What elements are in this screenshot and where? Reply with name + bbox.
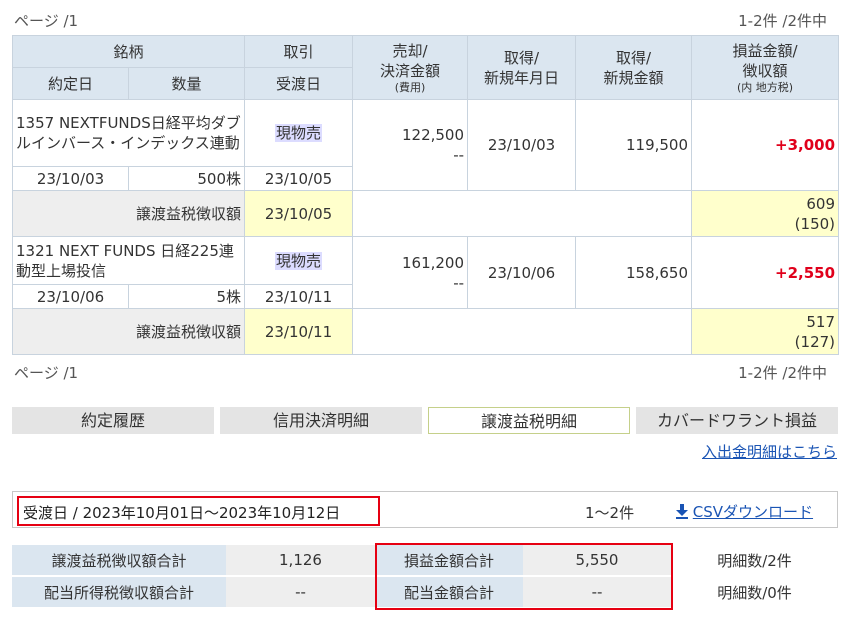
yakujoubi: 23/10/06	[12, 284, 129, 309]
tax-date: 23/10/05	[244, 190, 354, 237]
security-name: 1357 NEXTFUNDS日経平均ダブルインバース・インデックス連動	[11, 99, 246, 167]
csv-download[interactable]: CSVダウンロード	[676, 501, 813, 522]
header-meigara: 銘柄	[11, 35, 246, 68]
tax-total-label: 譲渡益税徴収額合計	[12, 545, 226, 575]
acq-amount: 158,650	[575, 236, 693, 309]
tax-empty	[352, 190, 693, 237]
table-row: 1321 NEXT FUNDS 日経225連動型上場投信 現物売 161,200…	[11, 236, 840, 309]
pager-bottom-right: 1-2件 /2件中	[738, 364, 827, 382]
quantity: 5株	[127, 284, 246, 309]
detail-count: 明細数/0件	[717, 583, 792, 602]
sell-amount: 161,200	[401, 253, 465, 272]
ukewatashibi: 23/10/11	[244, 284, 354, 309]
quantity: 500株	[127, 166, 246, 191]
cash-detail-link[interactable]: 入出金明細はこちら	[702, 441, 837, 462]
pager-top-right: 1-2件 /2件中	[738, 12, 827, 30]
pager-bottom-left: ページ /1	[14, 364, 79, 382]
header-profit-loss: 損益金額/ 徴収額 (内 地方税)	[691, 35, 840, 100]
tax-local: (127)	[794, 332, 836, 351]
tab-jouto-ekizei[interactable]: 譲渡益税明細	[428, 407, 630, 434]
acq-date: 23/10/06	[467, 236, 577, 309]
acq-date: 23/10/03	[467, 99, 577, 191]
yakujoubi: 23/10/03	[12, 166, 129, 191]
div-tax-value: --	[226, 577, 375, 607]
sell-amount: 122,500	[401, 126, 465, 144]
tax-label: 譲渡益税徴収額	[11, 190, 246, 237]
tax-local: (150)	[794, 214, 836, 233]
profit-loss: +3,000	[691, 99, 840, 191]
sell-fee: --	[453, 273, 465, 292]
tax-detail-table: 銘柄 取引 売却/ 決済金額 (費用) 取得/ 新規年月日 取得/ 新規金額 損…	[11, 35, 840, 355]
tax-label: 譲渡益税徴収額	[11, 308, 246, 355]
tax-row: 譲渡益税徴収額 23/10/11 517 (127)	[11, 308, 840, 355]
period-text: 受渡日 / 2023年10月01日〜2023年10月12日	[23, 504, 341, 522]
tax-date: 23/10/11	[244, 308, 354, 355]
tax-empty	[352, 308, 693, 355]
tab-shinyou-kessai[interactable]: 信用決済明細	[220, 407, 422, 434]
csv-download-link[interactable]: CSVダウンロード	[693, 503, 813, 521]
header-sell-amount: 売却/ 決済金額 (費用)	[352, 35, 469, 100]
summary-highlight-frame	[375, 543, 673, 610]
download-icon	[676, 504, 688, 519]
trade-type: 現物売	[244, 99, 354, 167]
div-tax-label: 配当所得税徴収額合計	[12, 577, 226, 607]
header-torihiki: 取引	[244, 35, 354, 68]
result-count: 1〜2件	[585, 504, 635, 522]
header-ukewatashibi: 受渡日	[244, 67, 354, 100]
tax-amount: 609	[806, 194, 836, 213]
header-acq-date: 取得/ 新規年月日	[467, 35, 577, 100]
tab-yakujou-rireki[interactable]: 約定履歴	[12, 407, 214, 434]
detail-count: 明細数/2件	[717, 551, 792, 570]
header-acq-amount: 取得/ 新規金額	[575, 35, 693, 100]
sell-amount-cell: 161,200 --	[352, 236, 469, 309]
profit-loss: +2,550	[691, 236, 840, 309]
tax-row: 譲渡益税徴収額 23/10/05 609 (150)	[11, 190, 840, 237]
tax-amount-cell: 517 (127)	[691, 308, 840, 355]
ukewatashibi: 23/10/05	[244, 166, 354, 191]
sell-fee: --	[453, 146, 465, 164]
acq-amount: 119,500	[575, 99, 693, 191]
pager-top-left: ページ /1	[14, 12, 79, 30]
table-row: 1357 NEXTFUNDS日経平均ダブルインバース・インデックス連動 現物売 …	[11, 99, 840, 191]
sell-amount-cell: 122,500 --	[352, 99, 469, 191]
trade-type: 現物売	[244, 236, 354, 285]
header-quantity: 数量	[127, 67, 246, 100]
tab-covered-warrant[interactable]: カバードワラント損益	[636, 407, 838, 434]
tax-amount-cell: 609 (150)	[691, 190, 840, 237]
security-name: 1321 NEXT FUNDS 日経225連動型上場投信	[11, 236, 246, 285]
tax-total-value: 1,126	[226, 545, 375, 575]
tax-amount: 517	[806, 312, 836, 331]
header-yakujoubi: 約定日	[12, 67, 129, 100]
